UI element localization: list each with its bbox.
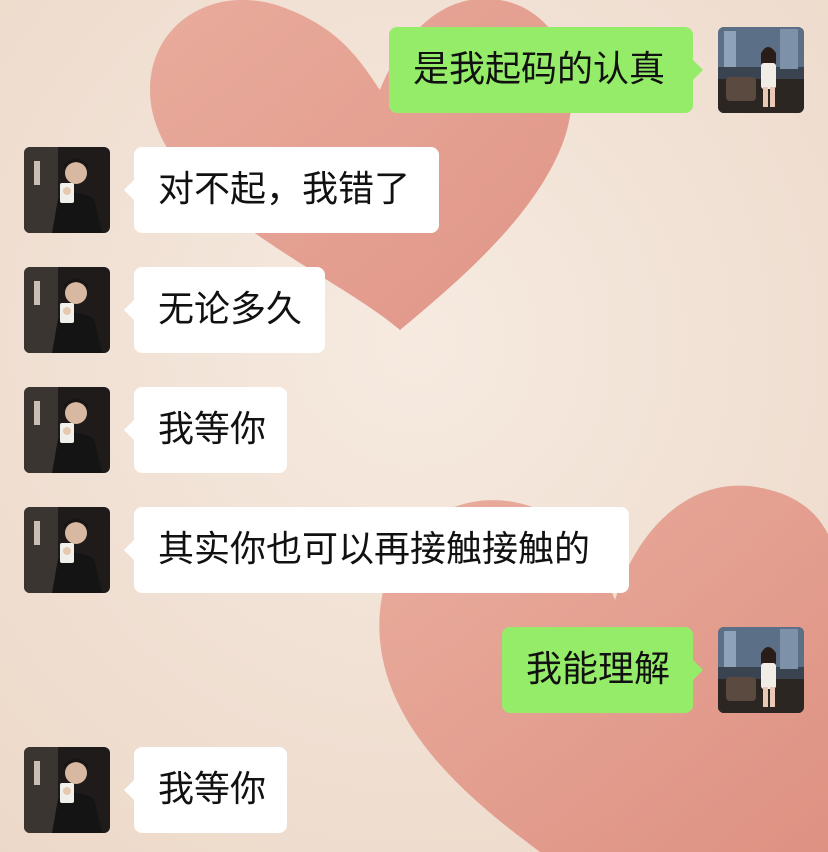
contact-avatar[interactable] bbox=[24, 747, 110, 833]
message-bubble-incoming[interactable]: 我等你 bbox=[124, 387, 287, 473]
female-city-avatar-icon bbox=[718, 627, 804, 713]
message-bubble-incoming[interactable]: 其实你也可以再接触接触的 bbox=[124, 507, 629, 593]
contact-avatar[interactable] bbox=[24, 267, 110, 353]
my-avatar[interactable] bbox=[718, 27, 804, 113]
male-selfie-avatar-icon bbox=[24, 507, 110, 593]
contact-avatar[interactable] bbox=[24, 147, 110, 233]
male-selfie-avatar-icon bbox=[24, 147, 110, 233]
message-bubble-outgoing[interactable]: 我能理解 bbox=[502, 627, 703, 713]
message-bubble-incoming[interactable]: 对不起，我错了 bbox=[124, 147, 439, 233]
female-city-avatar-icon bbox=[718, 27, 804, 113]
message-bubble-incoming[interactable]: 无论多久 bbox=[124, 267, 325, 353]
contact-avatar[interactable] bbox=[24, 387, 110, 473]
my-avatar[interactable] bbox=[718, 627, 804, 713]
male-selfie-avatar-icon bbox=[24, 747, 110, 833]
male-selfie-avatar-icon bbox=[24, 387, 110, 473]
male-selfie-avatar-icon bbox=[24, 267, 110, 353]
message-bubble-outgoing[interactable]: 是我起码的认真 bbox=[389, 27, 703, 113]
message-bubble-incoming[interactable]: 我等你 bbox=[124, 747, 287, 833]
contact-avatar[interactable] bbox=[24, 507, 110, 593]
